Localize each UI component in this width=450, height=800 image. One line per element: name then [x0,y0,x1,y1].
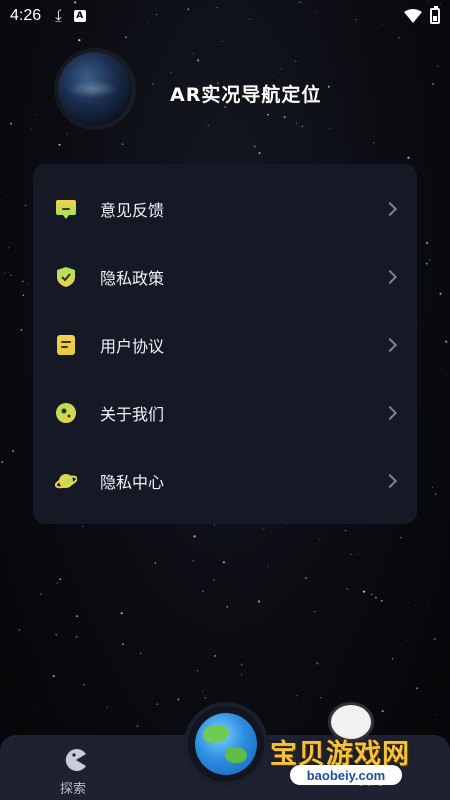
notification-a-icon: A [73,10,86,22]
planet-icon [55,474,77,489]
shield-check-icon [57,267,75,287]
menu-item-feedback[interactable]: 意见反馈 [33,175,417,243]
menu-item-privacy-center[interactable]: 隐私中心 [33,447,417,515]
avatar-glow [68,80,118,98]
document-icon [57,335,75,355]
status-time: 4:26 [10,7,42,24]
menu-label-privacy-center: 隐私中心 [100,473,165,492]
center-home-button[interactable] [188,706,264,782]
menu-item-about-us[interactable]: 关于我们 [33,379,417,447]
feedback-icon [56,200,76,219]
chevron-right-icon [382,201,398,217]
menu-label-user-agreement: 用户协议 [100,337,165,356]
explore-icon [65,749,86,771]
tab-explore[interactable]: 探索 [48,740,104,798]
menu-item-privacy-policy[interactable]: 隐私政策 [33,243,417,311]
battery-icon [430,6,440,24]
chevron-right-icon [382,337,398,353]
info-bubble-icon [56,403,76,423]
app-avatar [58,52,132,126]
tab-explore-label: 探索 [60,782,87,797]
menu-item-user-agreement[interactable]: 用户协议 [33,311,417,379]
chevron-right-icon [382,405,398,421]
chevron-right-icon [382,269,398,285]
watermark-url: baobeiy.com [290,765,402,785]
earth-icon [195,713,257,775]
chevron-right-icon [382,473,398,489]
wifi-icon [404,9,422,23]
download-icon: ⤓ [55,7,62,25]
menu-label-about-us: 关于我们 [100,405,165,424]
watermark: 宝贝游戏网 baobeiy.com [270,700,450,800]
page-title: AR实况导航定位 [170,84,322,106]
status-bar: 4:26 ⤓ A [0,0,450,32]
settings-menu-card: 意见反馈 隐私政策 用户协议 关于我们 隐私中心 [33,164,417,524]
menu-label-privacy-policy: 隐私政策 [100,269,165,288]
menu-label-feedback: 意见反馈 [100,201,165,220]
